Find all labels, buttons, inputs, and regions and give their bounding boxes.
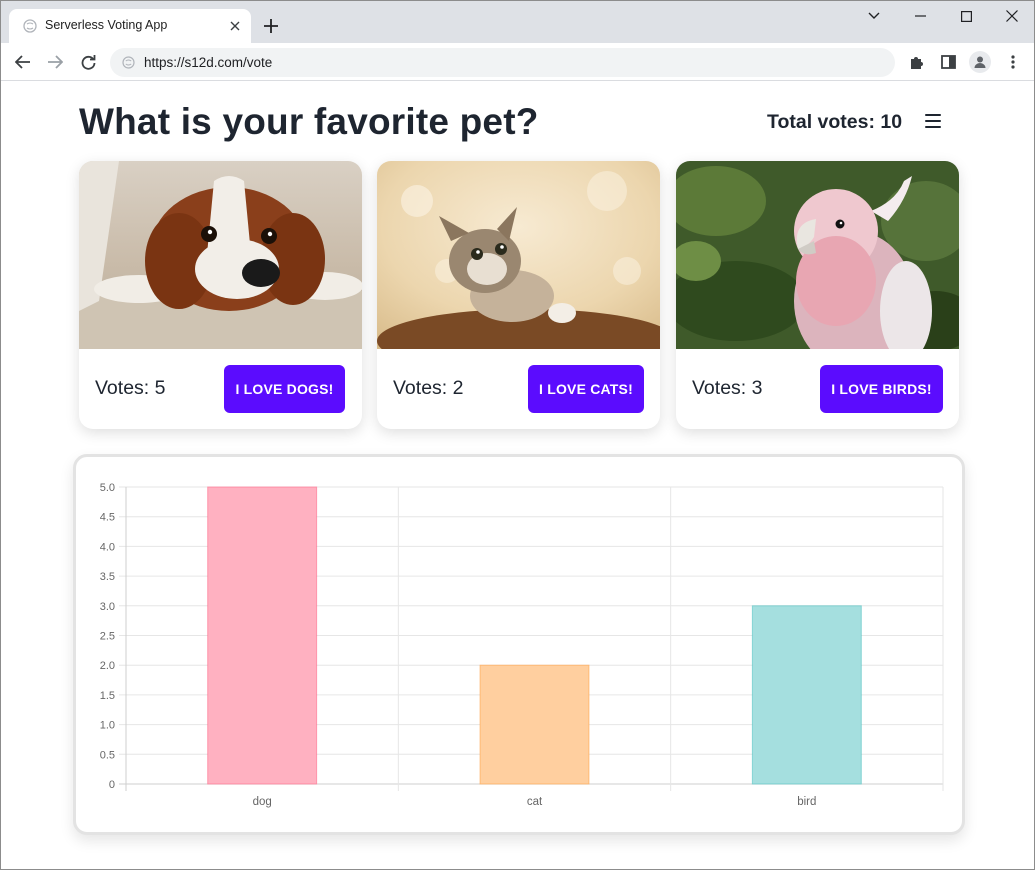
- y-tick-label: 0: [109, 779, 115, 791]
- bar-bird[interactable]: [751, 605, 862, 785]
- back-arrow-icon[interactable]: [10, 49, 36, 75]
- bird-card: Votes: 3 I LOVE BIRDS!: [676, 161, 959, 429]
- forward-arrow-icon[interactable]: [42, 49, 68, 75]
- url-text[interactable]: https://s12d.com/vote: [144, 55, 272, 70]
- browser-tab[interactable]: Serverless Voting App: [9, 9, 251, 43]
- tab-close-icon[interactable]: [227, 18, 243, 34]
- votes-chart-card: 0 0.5 1.0 1.5 2.0 2.5 3.0 3.5 4.0 4.5 5.0 dog cat bir…: [73, 454, 965, 835]
- y-tick-label: 0.5: [100, 749, 115, 761]
- hamburger-menu-icon[interactable]: [925, 111, 947, 131]
- y-tick-label: 2.5: [100, 631, 115, 643]
- new-tab-icon[interactable]: [260, 15, 282, 37]
- dog-photo: [79, 161, 362, 349]
- globe-icon: [23, 19, 37, 33]
- y-tick-label: 1.5: [100, 690, 115, 702]
- close-window-icon[interactable]: [989, 1, 1035, 31]
- x-tick-label: bird: [797, 796, 816, 808]
- browser-tabstrip: Serverless Voting App: [1, 1, 1034, 43]
- bird-photo: [676, 161, 959, 349]
- y-tick-label: 3.0: [100, 601, 115, 613]
- cat-votes-count: Votes: 2: [393, 377, 464, 399]
- address-bar[interactable]: https://s12d.com/vote: [110, 48, 895, 77]
- y-tick-label: 4.0: [100, 541, 115, 553]
- dog-card: Votes: 5 I LOVE DOGS!: [79, 161, 362, 429]
- x-tick-label: dog: [253, 796, 272, 808]
- vote-cats-button[interactable]: I LOVE CATS!: [528, 365, 644, 413]
- cat-card: Votes: 2 I LOVE CATS!: [377, 161, 660, 429]
- x-tick-label: cat: [527, 796, 543, 808]
- browser-toolbar: https://s12d.com/vote: [1, 43, 1034, 81]
- tab-search-chevron-icon[interactable]: [851, 1, 897, 31]
- maximize-icon[interactable]: [943, 1, 989, 31]
- y-tick-label: 3.5: [100, 571, 115, 583]
- vote-birds-button[interactable]: I LOVE BIRDS!: [820, 365, 943, 413]
- total-votes-label: Total votes: 10: [767, 111, 903, 133]
- extensions-puzzle-icon[interactable]: [903, 49, 929, 75]
- minimize-icon[interactable]: [897, 1, 943, 31]
- site-info-icon[interactable]: [122, 56, 135, 69]
- profile-avatar-icon[interactable]: [967, 49, 993, 75]
- y-tick-label: 1.0: [100, 720, 115, 732]
- page-title: What is your favorite pet?: [79, 101, 539, 142]
- bird-votes-count: Votes: 3: [692, 377, 763, 399]
- votes-bar-chart: 0 0.5 1.0 1.5 2.0 2.5 3.0 3.5 4.0 4.5 5.0 dog cat bir…: [100, 482, 944, 808]
- bar-dog[interactable]: [207, 486, 318, 785]
- y-tick-label: 2.0: [100, 660, 115, 672]
- reload-icon[interactable]: [75, 49, 101, 75]
- y-tick-label: 4.5: [100, 512, 115, 524]
- side-panel-icon[interactable]: [935, 49, 961, 75]
- dog-votes-count: Votes: 5: [95, 377, 166, 399]
- kebab-menu-icon[interactable]: [1000, 49, 1026, 75]
- vote-dogs-button[interactable]: I LOVE DOGS!: [224, 365, 345, 413]
- tab-title: Serverless Voting App: [45, 18, 168, 32]
- y-tick-label: 5.0: [100, 482, 115, 494]
- cat-photo: [377, 161, 660, 349]
- bar-cat[interactable]: [479, 664, 590, 785]
